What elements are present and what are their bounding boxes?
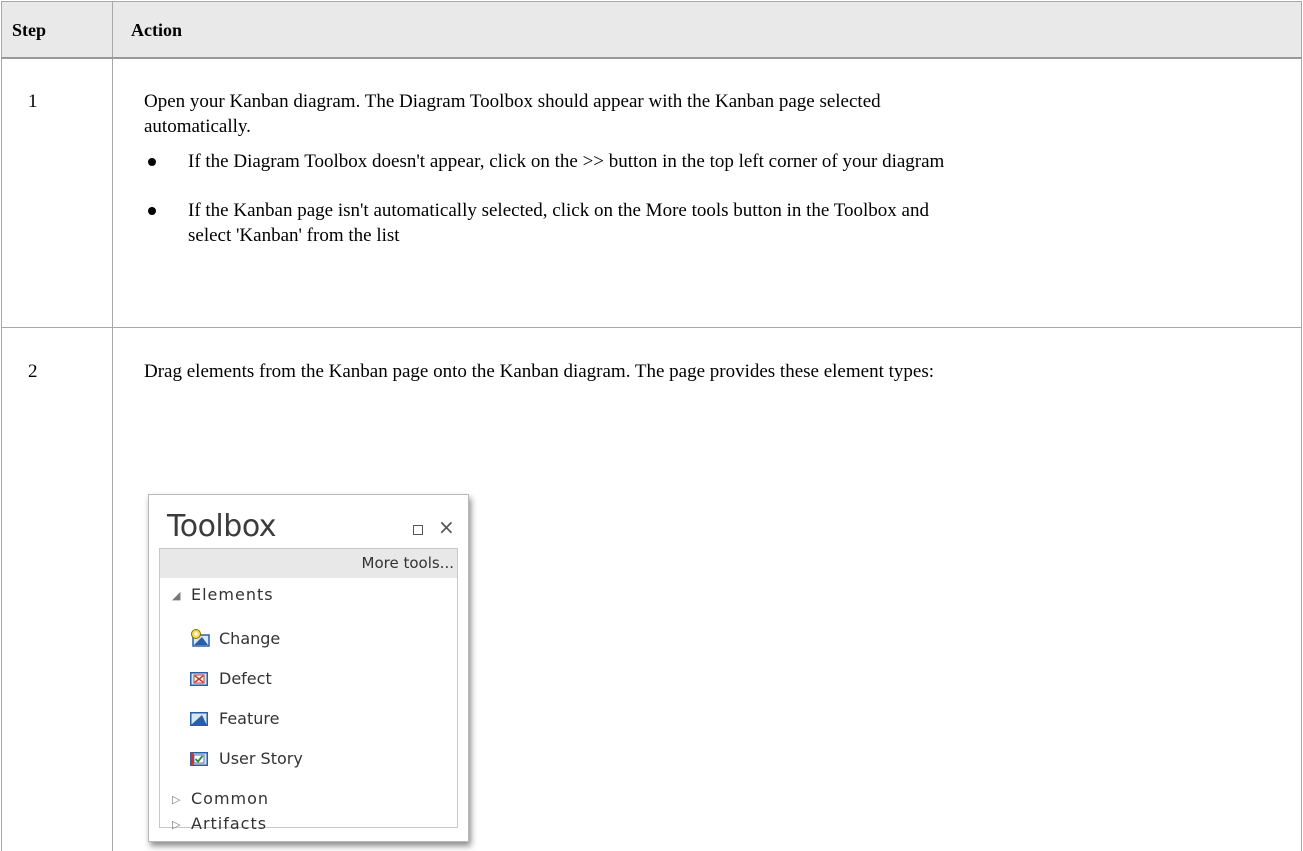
section-elements[interactable]: Elements xyxy=(191,585,274,604)
table-border-top xyxy=(1,1,1302,2)
toolbox-item-user-story[interactable]: User Story xyxy=(219,749,303,768)
column-divider xyxy=(112,1,113,851)
table-border-right xyxy=(1301,1,1302,851)
row1-bullet1-line1: If the Diagram Toolbox doesn't appear, c… xyxy=(188,151,945,172)
table-border-left xyxy=(1,1,2,851)
restore-window-icon[interactable] xyxy=(413,525,423,535)
step-number-2: 2 xyxy=(28,361,38,382)
row-separator xyxy=(1,327,1302,328)
toolbox-panel: More tools... ◢ Elements Change Defect F… xyxy=(159,548,458,833)
bullet-dot xyxy=(148,207,156,215)
defect-icon xyxy=(190,672,208,686)
user-story-icon xyxy=(190,752,208,766)
row1-bullet2-line1: If the Kanban page isn't automatically s… xyxy=(188,200,929,221)
change-icon xyxy=(191,629,210,647)
row1-bullet2-line2: select 'Kanban' from the list xyxy=(188,225,400,246)
collapsed-triangle-icon[interactable]: ▷ xyxy=(172,818,180,831)
close-icon[interactable]: × xyxy=(438,516,455,538)
bullet-dot xyxy=(148,158,156,166)
toolbox-title: Toolbox xyxy=(167,509,277,544)
expand-triangle-icon[interactable]: ◢ xyxy=(172,589,180,602)
row1-text-line2: automatically. xyxy=(144,116,251,137)
table-header-row xyxy=(1,1,1302,57)
toolbox-window: Toolbox × More tools... ◢ Elements Chang… xyxy=(148,494,469,842)
toolbox-item-feature[interactable]: Feature xyxy=(219,709,279,728)
collapsed-triangle-icon[interactable]: ▷ xyxy=(172,793,180,806)
step-number-1: 1 xyxy=(28,91,38,112)
header-step: Step xyxy=(12,20,47,40)
feature-icon xyxy=(190,712,208,726)
row2-text-line1: Drag elements from the Kanban page onto … xyxy=(144,361,934,382)
section-artifacts[interactable]: Artifacts xyxy=(191,814,267,833)
toolbox-item-defect[interactable]: Defect xyxy=(219,669,272,688)
row1-text-line1: Open your Kanban diagram. The Diagram To… xyxy=(144,91,881,112)
header-action: Action xyxy=(131,20,182,40)
toolbox-item-change[interactable]: Change xyxy=(219,629,280,648)
section-common[interactable]: Common xyxy=(191,789,269,808)
header-separator xyxy=(1,57,1302,59)
more-tools-button[interactable]: More tools... xyxy=(362,554,454,572)
more-tools-bar: More tools... xyxy=(160,549,457,578)
